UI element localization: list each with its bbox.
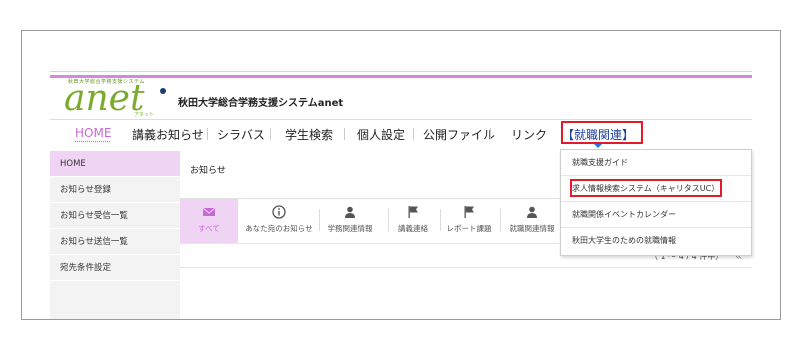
tab-divider xyxy=(500,209,501,231)
nav-divider xyxy=(270,128,271,140)
dropdown-caret-icon xyxy=(594,144,602,148)
nav-home[interactable]: HOME xyxy=(75,126,111,140)
menu-item-job-event-calendar[interactable]: 就職関係イベントカレンダー xyxy=(561,202,751,228)
tab-label: 就職関連情報 xyxy=(509,224,555,233)
sidebar-item-recipient-settings[interactable]: 宛先条件設定 xyxy=(50,255,180,281)
nav-syllabus[interactable]: シラバス xyxy=(217,126,265,143)
tab-divider xyxy=(388,209,389,231)
logo-dot xyxy=(160,88,166,94)
tab-academic-info[interactable]: 学務関連情報 xyxy=(320,199,380,243)
logo-kana: アネット xyxy=(134,112,155,118)
job-related-dropdown-menu: 就職支援ガイド 求人情報検索システム（キャリタスUC） 就職関係イベントカレンダ… xyxy=(560,149,752,256)
sidebar-item-notice-register[interactable]: お知らせ登録 xyxy=(50,177,180,203)
tab-divider xyxy=(440,209,441,231)
header-rule-thin xyxy=(50,71,752,72)
tab-label: すべて xyxy=(198,224,220,233)
nav-divider xyxy=(413,128,414,140)
menu-item-job-guide[interactable]: 就職支援ガイド xyxy=(561,150,751,176)
flag-icon xyxy=(464,206,474,218)
page-title: お知らせ xyxy=(190,166,226,176)
nav-divider xyxy=(344,128,345,140)
nav-personal-settings[interactable]: 個人設定 xyxy=(357,126,405,143)
person-icon xyxy=(345,206,355,218)
nav-links[interactable]: リンク xyxy=(511,126,547,143)
screenshot-frame: 秋田大学総合学務支援システム anet アネット 秋田大学総合学務支援システムa… xyxy=(21,30,781,320)
logo-wordmark: anet xyxy=(64,78,145,119)
nav-student-search[interactable]: 学生検索 xyxy=(285,126,333,143)
tab-label: レポート課題 xyxy=(446,224,492,233)
job-related-highlight-box xyxy=(561,121,643,144)
sidebar-item-home[interactable]: HOME xyxy=(50,151,180,177)
anet-logo[interactable]: 秋田大学総合学務支援システム anet アネット xyxy=(58,77,168,119)
app-window: 秋田大学総合学務支援システム anet アネット 秋田大学総合学務支援システムa… xyxy=(50,31,780,319)
tab-all[interactable]: すべて xyxy=(180,199,238,243)
flag-icon xyxy=(408,206,418,218)
nav-divider xyxy=(207,128,208,140)
sidebar: HOME お知らせ登録 お知らせ受信一覧 お知らせ送信一覧 宛先条件設定 xyxy=(50,151,180,319)
tab-lecture-contact[interactable]: 講義連絡 xyxy=(390,199,436,243)
nav-notices[interactable]: 講義お知らせ xyxy=(132,126,204,143)
person-icon xyxy=(527,206,537,218)
sidebar-item-sent-list[interactable]: お知らせ送信一覧 xyxy=(50,229,180,255)
envelope-icon xyxy=(202,207,216,216)
tab-label: 学務関連情報 xyxy=(327,224,373,233)
nav-public-files[interactable]: 公開ファイル xyxy=(423,126,495,143)
main-nav: HOME 講義お知らせ シラバス 学生検索 個人設定 公開ファイル リンク 【就… xyxy=(50,119,752,147)
job-search-highlight-box xyxy=(570,179,722,197)
tab-job-info[interactable]: 就職関連情報 xyxy=(502,199,562,243)
system-title: 秋田大学総合学務支援システムanet xyxy=(178,98,344,109)
menu-item-akita-job-info[interactable]: 秋田大学生のための就職情報 xyxy=(561,228,751,254)
content-divider xyxy=(180,267,752,268)
tab-label: あなた宛のお知らせ xyxy=(245,224,313,233)
tab-to-you[interactable]: あなた宛のお知らせ xyxy=(240,199,318,243)
tab-label: 講義連絡 xyxy=(398,224,428,233)
nav-divider xyxy=(490,128,491,140)
sidebar-item-received-list[interactable]: お知らせ受信一覧 xyxy=(50,203,180,229)
info-icon xyxy=(272,205,286,219)
tab-report-assignment[interactable]: レポート課題 xyxy=(442,199,496,243)
